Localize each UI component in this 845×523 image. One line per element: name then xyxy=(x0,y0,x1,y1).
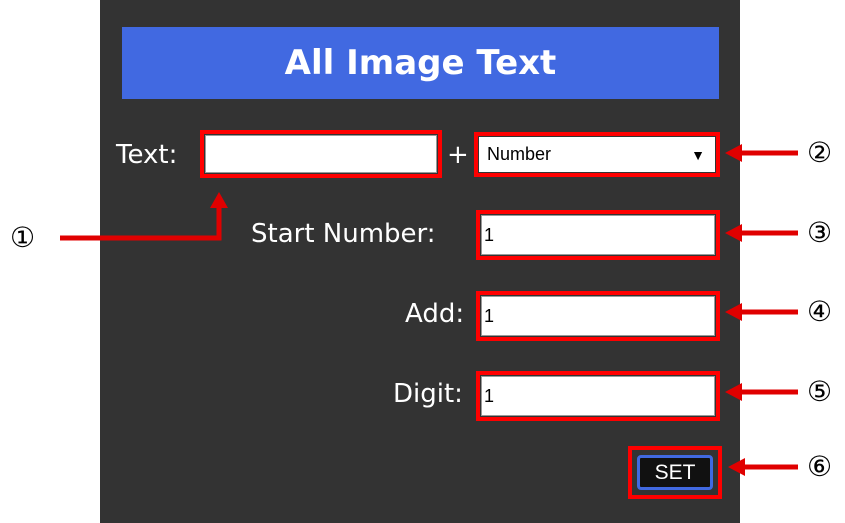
arrow-1 xyxy=(60,205,222,241)
marker-6: ⑥ xyxy=(807,450,833,483)
marker-5: ⑤ xyxy=(807,375,833,408)
marker-4: ④ xyxy=(807,295,833,328)
marker-1: ① xyxy=(10,221,36,254)
marker-3: ③ xyxy=(807,216,833,249)
marker-2: ② xyxy=(807,136,833,169)
annotation-arrows xyxy=(60,144,798,476)
